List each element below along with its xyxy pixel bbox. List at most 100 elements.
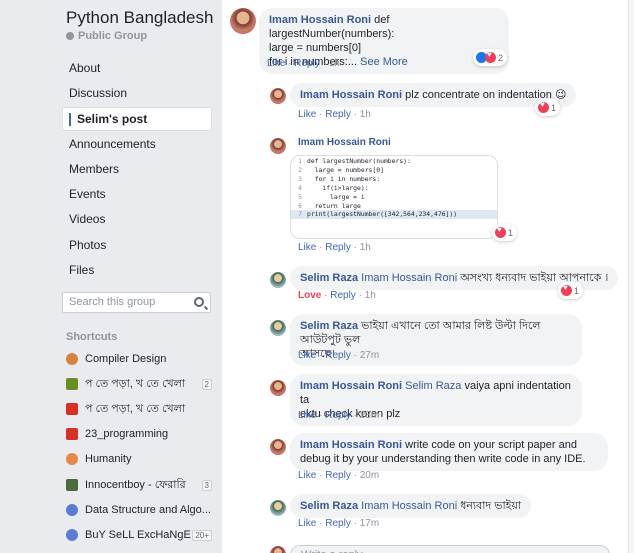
timestamp[interactable]: 27m (360, 350, 379, 361)
comment-author[interactable]: Selim Raza (300, 272, 358, 284)
avatar[interactable] (270, 439, 286, 455)
code-text: large = i (307, 192, 365, 201)
shortcut-item[interactable]: Compiler Design (66, 350, 212, 368)
comment-bubble: Selim Raza Imam Hossain Roni ধন্যবাদ ভাই… (290, 494, 532, 518)
avatar[interactable] (270, 380, 286, 396)
avatar[interactable] (270, 88, 286, 104)
mention-link[interactable]: Selim Raza (405, 380, 461, 392)
code-screenshot-image[interactable]: 1 def largestNumber(numbers): 2 large = n… (290, 155, 498, 239)
reaction-summary[interactable]: 1 (535, 99, 561, 116)
love-button[interactable]: Love (298, 290, 321, 301)
avatar[interactable] (270, 138, 286, 154)
shortcut-item[interactable]: প তে পড়া, খ তে খেলা 2 (66, 375, 212, 393)
avatar[interactable] (270, 320, 286, 336)
reaction-count: 1 (508, 227, 514, 238)
comment-text: write code on your script paper and (405, 439, 577, 451)
globe-icon (66, 32, 74, 40)
timestamp[interactable]: 1h (360, 242, 371, 253)
reply-button[interactable]: Reply (294, 58, 320, 69)
shortcut-item[interactable]: 23_programming (66, 425, 212, 443)
reply-button[interactable]: Reply (325, 470, 351, 481)
nav-videos[interactable]: Videos (62, 207, 212, 232)
group-type-label: Public Group (78, 30, 148, 42)
comment-author[interactable]: Imam Hossain Roni (269, 14, 371, 26)
dice-icon (66, 428, 78, 440)
line-number: 4 (298, 183, 302, 192)
timestamp[interactable]: 23m (360, 410, 379, 421)
shortcut-item[interactable]: Innocentboy - ফেরারি 3 (66, 476, 212, 494)
comment-actions: Like · Reply · 1h (298, 242, 371, 253)
code-text: for i in numbers: (307, 174, 381, 183)
scrollbar[interactable] (628, 0, 634, 553)
orange-circle-icon (66, 353, 78, 365)
comment-author[interactable]: Imam Hossain Roni (300, 380, 402, 392)
love-reaction-icon (495, 225, 506, 238)
timestamp[interactable]: 1h (360, 109, 371, 120)
nav-photos[interactable]: Photos (62, 233, 212, 258)
nav-events[interactable]: Events (62, 182, 212, 207)
shortcut-item[interactable]: প তে পড়া, খ তে খেলা (66, 400, 212, 418)
shortcut-label: Data Structure and Algo... (85, 504, 211, 516)
timestamp[interactable]: 1h (329, 58, 340, 69)
code-text: print(largestNumber([342,564,234,476])) (307, 210, 458, 219)
comment-author[interactable]: Selim Raza (300, 500, 358, 512)
notification-badge: 2 (201, 378, 212, 390)
reaction-summary[interactable]: 1 (492, 224, 518, 241)
reply-input[interactable]: Write a reply... (290, 545, 610, 553)
reaction-summary[interactable]: 1 (558, 282, 584, 299)
comment-author[interactable]: Selim Raza (300, 320, 358, 332)
mention-link[interactable]: Imam Hossain Roni (361, 272, 457, 284)
reply-button[interactable]: Reply (325, 242, 351, 253)
shortcut-item[interactable]: Data Structure and Algo... (66, 501, 212, 519)
avatar[interactable] (270, 272, 286, 288)
group-search-input[interactable]: Search this group (62, 292, 211, 313)
comment-actions: Like · Reply · 27m (298, 350, 380, 361)
comment-bubble: Imam Hossain Roni plz concentrate on ind… (290, 83, 577, 107)
like-button[interactable]: Like (298, 470, 316, 481)
comment-author[interactable]: Imam Hossain Roni (300, 439, 402, 451)
like-button[interactable]: Like (298, 109, 316, 120)
reaction-count: 1 (551, 102, 557, 113)
see-more-link[interactable]: See More (360, 56, 408, 68)
reply-button[interactable]: Reply (325, 350, 351, 361)
shortcuts-heading: Shortcuts (66, 331, 118, 343)
comment-thread: Imam Hossain Roni def largestNumber(numb… (222, 0, 634, 553)
avatar[interactable] (230, 8, 256, 34)
group-photo-icon (66, 378, 78, 390)
comment-author[interactable]: Imam Hossain Roni (298, 137, 391, 148)
search-placeholder: Search this group (69, 296, 156, 308)
nav-about[interactable]: About (62, 56, 212, 81)
shortcut-item[interactable]: Humanity (66, 450, 212, 468)
avatar[interactable] (270, 500, 286, 516)
like-button[interactable]: Like (298, 410, 316, 421)
reply-button[interactable]: Reply (325, 109, 351, 120)
like-button[interactable]: Like (298, 350, 316, 361)
shortcut-label: প তে পড়া, খ তে খেলা (85, 402, 186, 415)
mention-link[interactable]: Imam Hossain Roni (361, 500, 457, 512)
timestamp[interactable]: 1h (365, 290, 376, 301)
nav-selims-post[interactable]: Selim's post (62, 106, 212, 131)
nav-announcements[interactable]: Announcements (62, 132, 212, 157)
comment-actions: Love · Reply · 1h (298, 290, 376, 301)
reply-button[interactable]: Reply (330, 290, 356, 301)
reply-button[interactable]: Reply (325, 410, 351, 421)
shortcut-item[interactable]: BuY SeLL ExcHaNgE 20+ (66, 526, 212, 544)
comment-author[interactable]: Imam Hossain Roni (300, 89, 402, 101)
code-line: 6 return large (291, 202, 497, 211)
nav-discussion[interactable]: Discussion (62, 81, 212, 106)
timestamp[interactable]: 20m (360, 470, 379, 481)
timestamp[interactable]: 17m (360, 518, 379, 529)
code-text: def largestNumber(numbers): (307, 157, 411, 165)
search-icon[interactable] (194, 297, 204, 307)
group-name[interactable]: Python Bangladesh (66, 8, 213, 28)
nav-files[interactable]: Files (62, 258, 212, 283)
comment-bubble: Imam Hossain Roni write code on your scr… (290, 433, 608, 471)
nav-members[interactable]: Members (62, 157, 212, 182)
like-button[interactable]: Like (298, 242, 316, 253)
planet-icon (66, 453, 78, 465)
like-button[interactable]: Like (298, 518, 316, 529)
reply-button[interactable]: Reply (325, 518, 351, 529)
like-button[interactable]: Like (267, 58, 285, 69)
reaction-summary[interactable]: 2 (473, 49, 508, 66)
code-line: 5 large = i (291, 193, 497, 202)
